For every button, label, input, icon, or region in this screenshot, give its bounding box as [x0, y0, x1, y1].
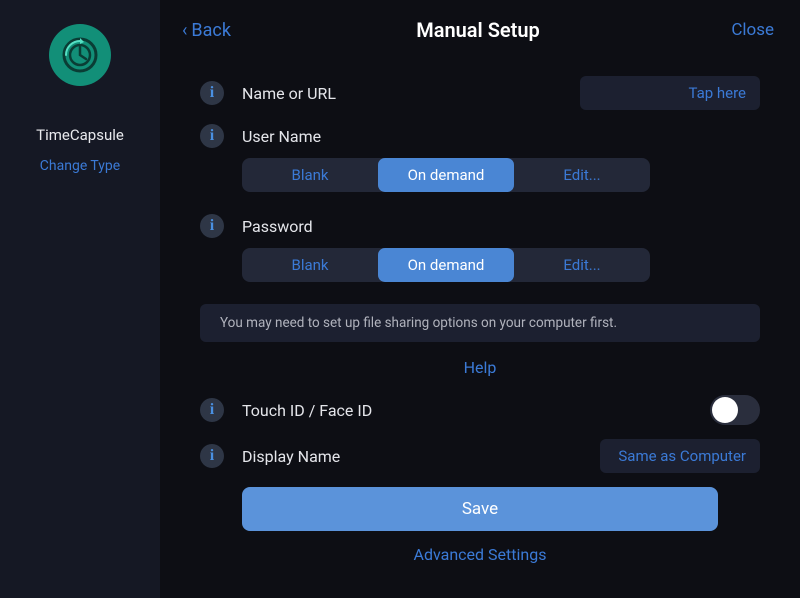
username-row: i User Name — [200, 124, 760, 148]
username-edit-option[interactable]: Edit... — [514, 158, 650, 192]
sidebar: TimeCapsule Change Type — [0, 0, 160, 598]
info-icon[interactable]: i — [200, 214, 224, 238]
password-edit-option[interactable]: Edit... — [514, 248, 650, 282]
username-blank-option[interactable]: Blank — [242, 158, 378, 192]
name-url-row: i Name or URL Tap here — [200, 76, 760, 110]
displayname-row: i Display Name Same as Computer — [200, 439, 760, 473]
password-label: Password — [242, 217, 760, 236]
sidebar-title: TimeCapsule — [36, 126, 124, 144]
content: i Name or URL Tap here i User Name Blank… — [160, 52, 800, 598]
toggle-knob — [712, 397, 738, 423]
help-link[interactable]: Help — [200, 358, 760, 377]
info-icon[interactable]: i — [200, 81, 224, 105]
username-segmented: Blank On demand Edit... — [242, 158, 650, 192]
username-ondemand-option[interactable]: On demand — [378, 158, 514, 192]
info-icon[interactable]: i — [200, 398, 224, 422]
main-panel: ‹ Back Manual Setup Close i Name or URL … — [160, 0, 800, 598]
sharing-note: You may need to set up file sharing opti… — [200, 304, 760, 342]
displayname-input[interactable]: Same as Computer — [600, 439, 760, 473]
advanced-settings-link[interactable]: Advanced Settings — [200, 545, 760, 570]
name-url-label: Name or URL — [242, 84, 580, 103]
page-title: Manual Setup — [302, 18, 654, 42]
password-ondemand-option[interactable]: On demand — [378, 248, 514, 282]
info-icon[interactable]: i — [200, 444, 224, 468]
change-type-link[interactable]: Change Type — [40, 158, 120, 174]
save-button[interactable]: Save — [242, 487, 718, 531]
close-button[interactable]: Close — [654, 20, 774, 40]
touchid-row: i Touch ID / Face ID — [200, 395, 760, 425]
password-segmented: Blank On demand Edit... — [242, 248, 650, 282]
time-machine-icon — [49, 24, 111, 86]
back-label: Back — [191, 20, 231, 41]
password-blank-option[interactable]: Blank — [242, 248, 378, 282]
username-label: User Name — [242, 127, 760, 146]
info-icon[interactable]: i — [200, 124, 224, 148]
back-button[interactable]: ‹ Back — [182, 20, 302, 41]
header: ‹ Back Manual Setup Close — [160, 0, 800, 52]
password-row: i Password — [200, 214, 760, 238]
touchid-label: Touch ID / Face ID — [242, 401, 710, 420]
name-url-input[interactable]: Tap here — [580, 76, 760, 110]
touchid-toggle[interactable] — [710, 395, 760, 425]
displayname-label: Display Name — [242, 447, 600, 466]
chevron-left-icon: ‹ — [182, 20, 187, 41]
